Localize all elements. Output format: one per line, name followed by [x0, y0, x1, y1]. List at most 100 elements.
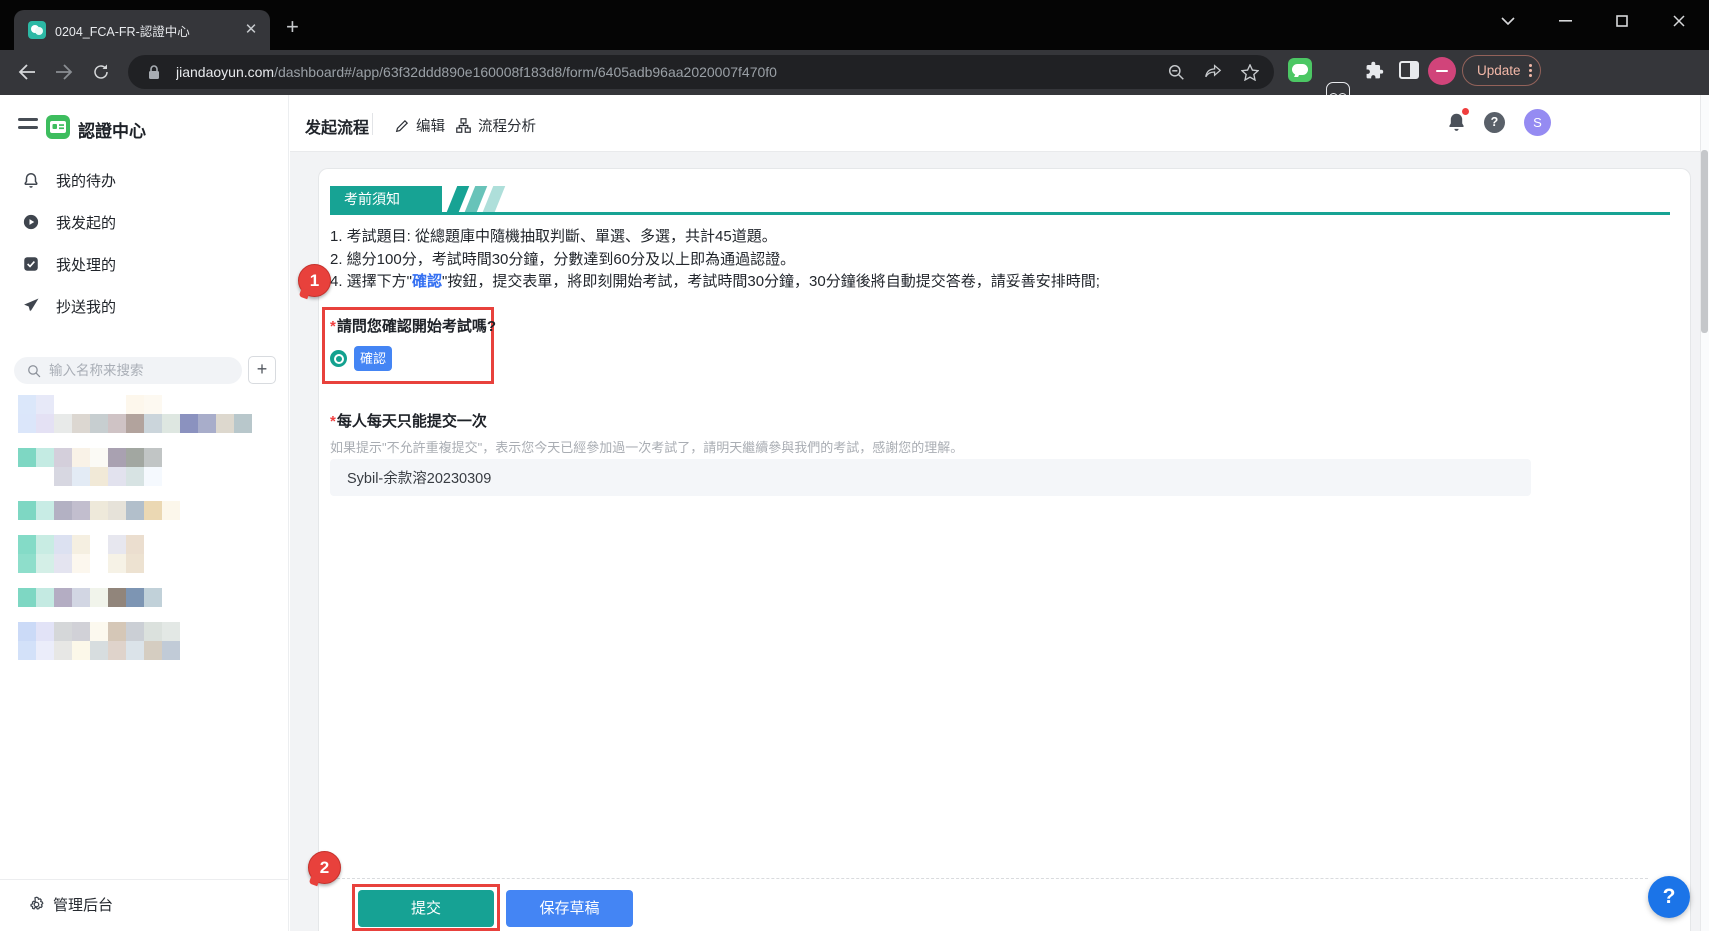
redacted-pixel-block: [72, 554, 90, 573]
user-avatar[interactable]: S: [1524, 109, 1551, 136]
update-label: Update: [1477, 63, 1521, 78]
redacted-pixel-block: [36, 395, 54, 414]
update-button[interactable]: Update: [1462, 55, 1541, 86]
redacted-pixel-block: [180, 414, 198, 433]
redacted-pixel-block: [90, 414, 108, 433]
redacted-pixel-block: [90, 467, 108, 486]
redacted-app-item[interactable]: [18, 448, 252, 486]
add-app-button[interactable]: +: [248, 356, 276, 384]
redacted-pixel-block: [108, 554, 126, 573]
edit-button[interactable]: 编辑: [394, 115, 445, 136]
redacted-pixel-block: [108, 535, 126, 554]
redacted-pixel-block: [18, 535, 36, 554]
zoom-out-icon[interactable]: [1164, 60, 1188, 84]
redacted-pixel-block: [36, 622, 54, 641]
redacted-pixel-block: [72, 467, 90, 486]
redacted-pixel-block: [144, 395, 162, 414]
sidebar-item-todo[interactable]: 我的待办: [0, 159, 289, 201]
redacted-pixel-block: [54, 554, 72, 573]
window-chevron-down-icon[interactable]: [1493, 8, 1523, 34]
new-tab-button[interactable]: +: [286, 16, 299, 38]
pencil-icon: [395, 119, 409, 132]
notice-line-4: 4. 選擇下方"確認"按鈕，提交表單，將即刻開始考試，考試時間30分鐘，30分鐘…: [330, 273, 1100, 290]
required-mark: *: [330, 318, 336, 335]
redacted-pixel-block: [36, 448, 54, 467]
notification-badge: [1461, 107, 1470, 116]
redacted-pixel-block: [144, 588, 162, 607]
redacted-pixel-block: [126, 622, 144, 641]
name-input[interactable]: [330, 459, 1531, 496]
redacted-pixel-block: [18, 414, 36, 433]
admin-console-button[interactable]: 管理后台: [28, 894, 113, 915]
redacted-pixel-block: [126, 588, 144, 607]
redacted-pixel-block: [54, 622, 72, 641]
footer-divider: [332, 878, 1648, 879]
redacted-pixel-block: [126, 467, 144, 486]
redacted-pixel-block: [162, 641, 180, 660]
browser-menu-icon[interactable]: [1528, 62, 1532, 79]
sidebar-item-processed[interactable]: 我处理的: [0, 243, 289, 285]
url-domain: jiandaoyun.com: [176, 64, 275, 80]
redacted-pixel-block: [72, 414, 90, 433]
redacted-pixel-block: [108, 448, 126, 467]
collapse-menu-icon[interactable]: [18, 118, 38, 134]
sidebar-item-cc[interactable]: 抄送我的: [0, 285, 289, 327]
question-1-label: *請問您確認開始考試嗎?: [330, 318, 497, 335]
sidebar-item-initiated[interactable]: 我发起的: [0, 201, 289, 243]
redacted-app-item[interactable]: [18, 622, 252, 660]
redacted-pixel-block: [36, 554, 54, 573]
process-analysis-label: 流程分析: [478, 119, 536, 135]
browser-tab[interactable]: 0204_FCA-FR-認證中心 ✕: [14, 10, 270, 50]
url-text: jiandaoyun.com/dashboard#/app/63f32ddd89…: [176, 64, 1164, 80]
gear-icon: [30, 896, 44, 910]
confirm-option-button[interactable]: 確認: [354, 346, 392, 371]
extensions-puzzle-icon[interactable]: [1362, 58, 1386, 82]
redacted-pixel-block: [18, 641, 36, 660]
sidebar-item-label: 我发起的: [56, 214, 117, 232]
notice-banner: 考前須知: [330, 186, 442, 212]
redacted-pixel-block: [36, 588, 54, 607]
redacted-pixel-block: [90, 395, 108, 414]
redacted-pixel-block: [162, 501, 180, 520]
tab-close-icon[interactable]: ✕: [242, 21, 260, 39]
redacted-app-item[interactable]: [18, 588, 252, 607]
search-box[interactable]: [14, 357, 242, 384]
redacted-pixel-block: [90, 641, 108, 660]
search-input[interactable]: [49, 363, 219, 378]
redacted-pixel-block: [72, 622, 90, 641]
scrollbar-thumb[interactable]: [1701, 150, 1708, 333]
reload-button[interactable]: [86, 57, 116, 87]
header-help-button[interactable]: ?: [1484, 112, 1505, 133]
back-button[interactable]: [12, 57, 42, 87]
forward-button[interactable]: [49, 57, 79, 87]
redacted-app-item[interactable]: [18, 501, 252, 520]
share-icon[interactable]: [1201, 60, 1225, 84]
tab-title: 0204_FCA-FR-認證中心: [55, 24, 190, 39]
browser-profile-avatar[interactable]: [1428, 57, 1456, 85]
redacted-pixel-block: [144, 641, 162, 660]
confirm-radio[interactable]: [330, 350, 347, 367]
window-maximize-button[interactable]: [1607, 8, 1637, 34]
window-close-button[interactable]: [1664, 8, 1694, 34]
lock-icon: [142, 60, 166, 84]
save-draft-button[interactable]: 保存草稿: [506, 890, 633, 927]
redacted-pixel-block: [144, 622, 162, 641]
redacted-pixel-block: [72, 448, 90, 467]
line-extension-icon[interactable]: [1288, 58, 1312, 82]
address-bar[interactable]: jiandaoyun.com/dashboard#/app/63f32ddd89…: [128, 55, 1274, 89]
redacted-app-item[interactable]: [18, 395, 252, 433]
redacted-pixel-block: [54, 467, 72, 486]
redacted-app-item[interactable]: [18, 535, 252, 573]
redacted-pixel-block: [90, 622, 108, 641]
redacted-pixel-block: [18, 448, 36, 467]
redacted-pixel-block: [18, 588, 36, 607]
question-2-help-text: 如果提示"不允許重複提交"，表示您今天已經參加過一次考試了，請明天繼續參與我們的…: [330, 440, 964, 455]
help-fab-button[interactable]: ?: [1648, 876, 1690, 918]
process-analysis-button[interactable]: 流程分析: [455, 115, 536, 136]
submit-button[interactable]: 提交: [358, 890, 494, 927]
split-view-icon[interactable]: [1397, 58, 1421, 82]
window-minimize-button[interactable]: [1550, 8, 1580, 34]
redacted-pixel-block: [108, 501, 126, 520]
redacted-pixel-block: [18, 622, 36, 641]
bookmark-star-icon[interactable]: [1238, 60, 1262, 84]
